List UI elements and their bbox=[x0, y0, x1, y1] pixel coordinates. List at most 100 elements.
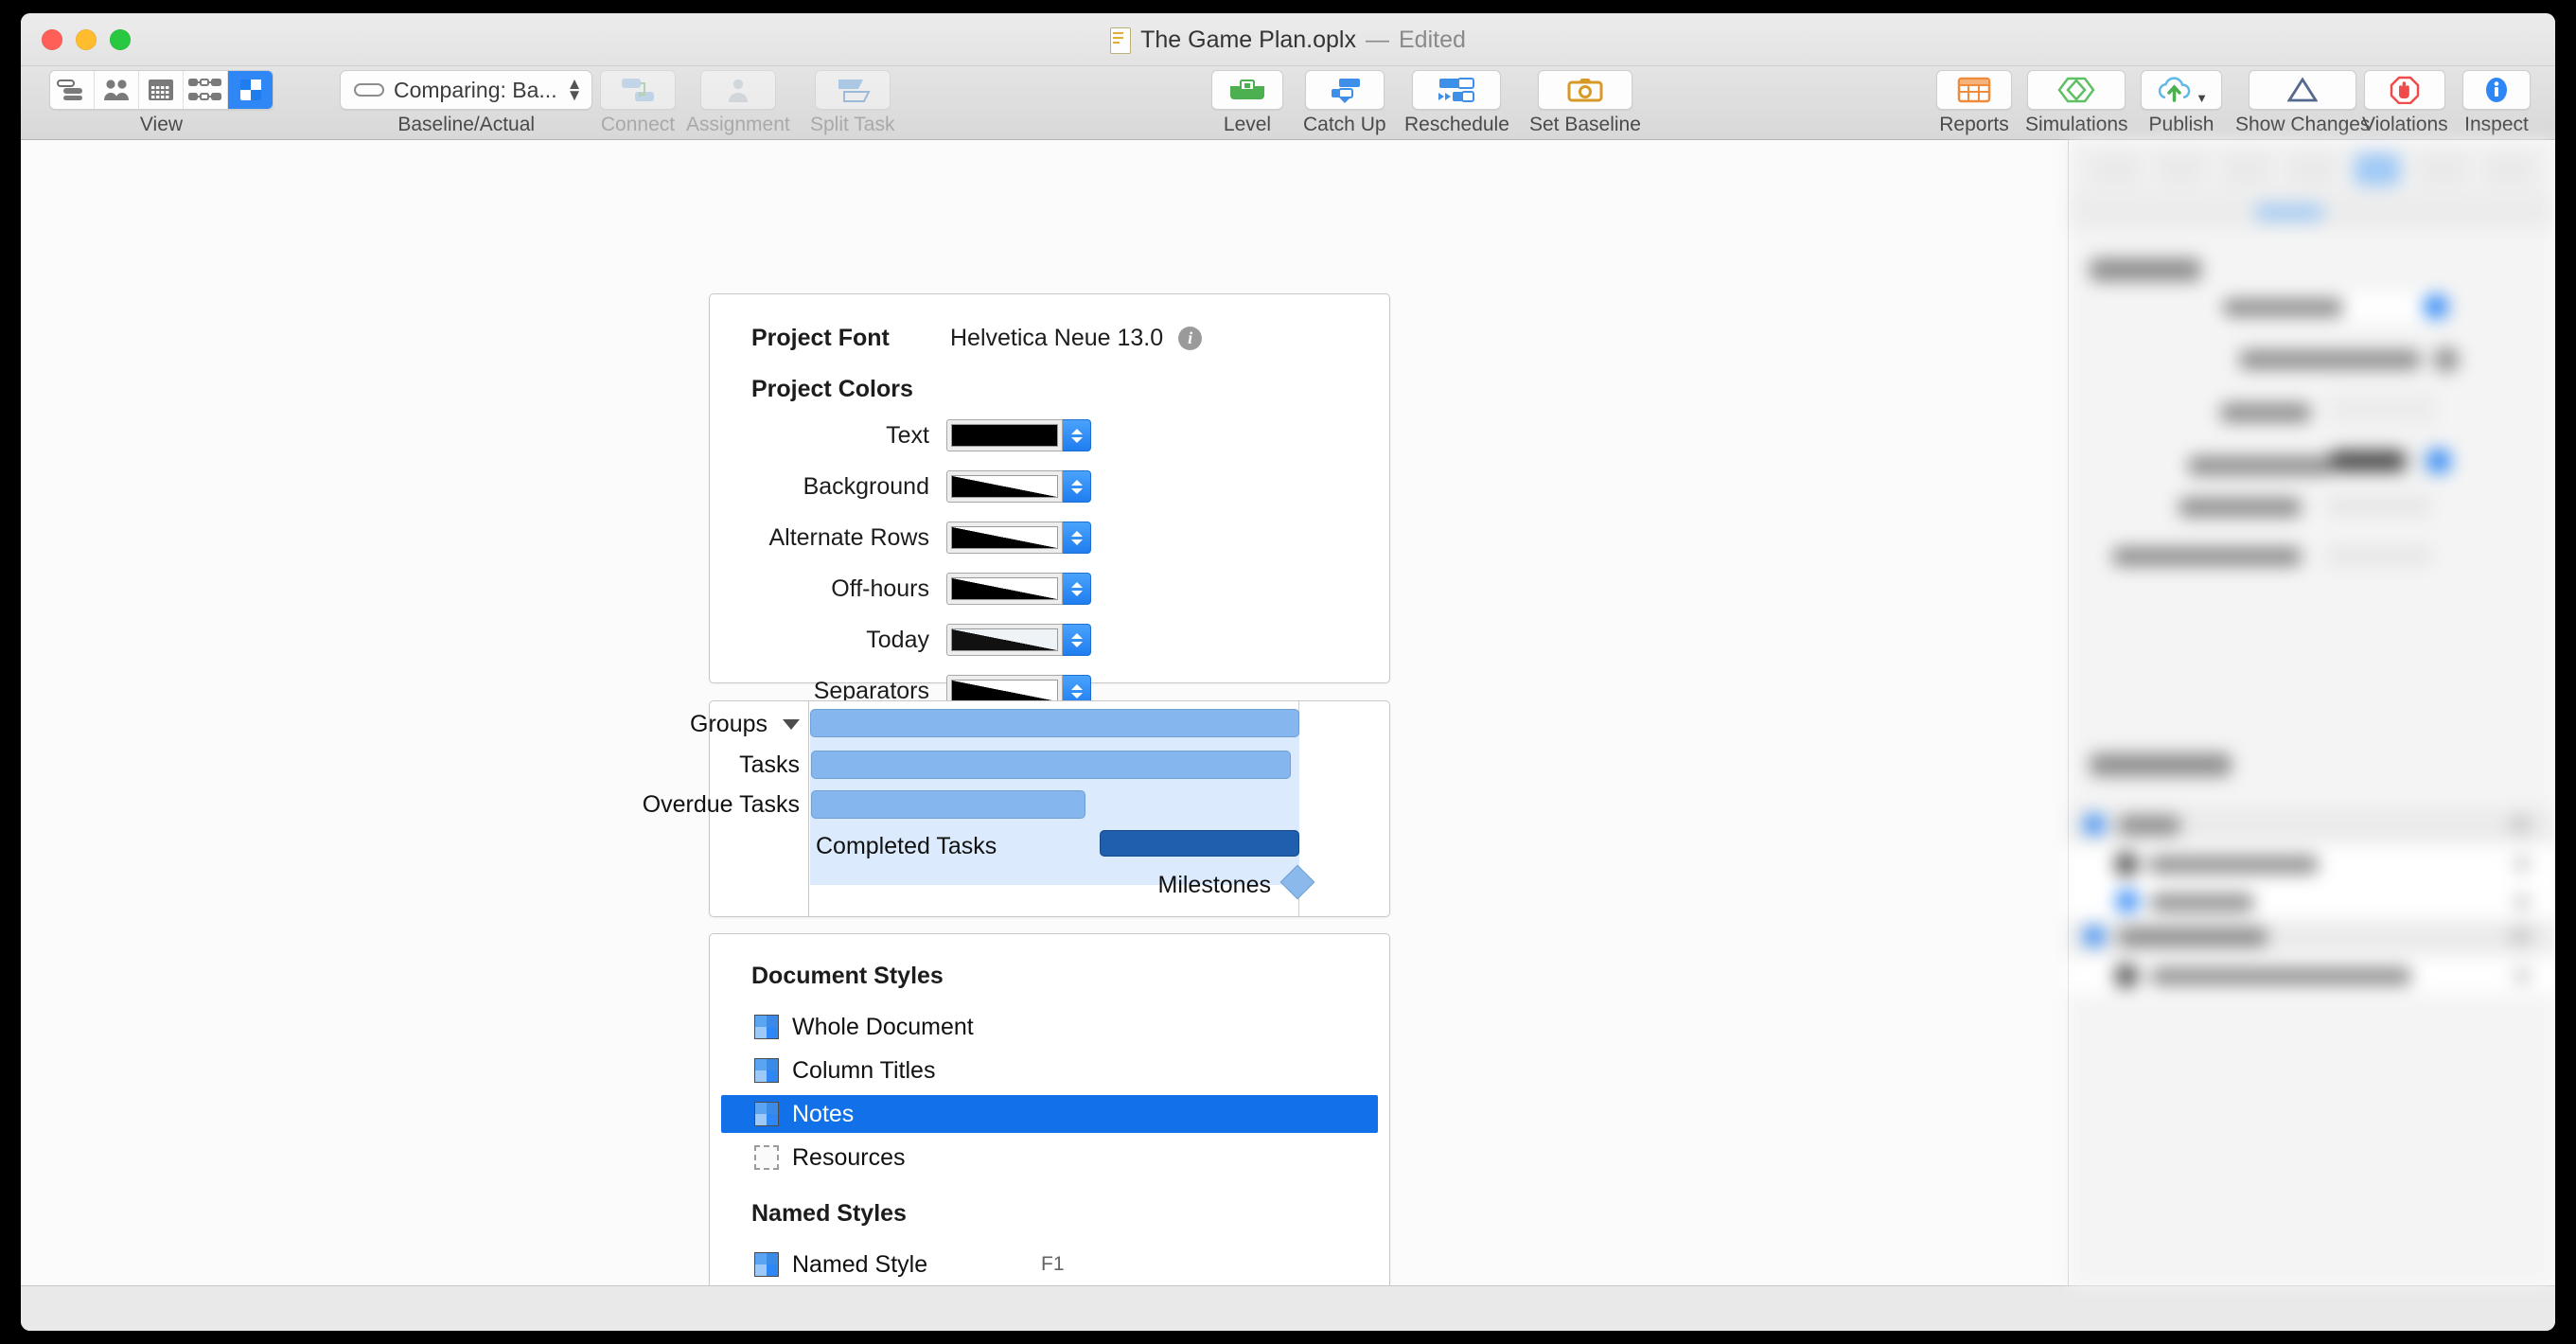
inspector-row-5-field[interactable] bbox=[2326, 496, 2432, 517]
style-item-column-titles[interactable]: Column Titles bbox=[721, 1052, 1378, 1089]
color-well-alternate-rows[interactable] bbox=[946, 522, 1091, 554]
style-item-named-style[interactable]: Named Style F1 bbox=[721, 1246, 1378, 1283]
status-bar bbox=[21, 1285, 2555, 1331]
inspector-tab-bar[interactable] bbox=[2069, 140, 2555, 199]
inspector-tab-2[interactable] bbox=[2158, 152, 2204, 186]
reschedule-button[interactable] bbox=[1412, 70, 1502, 110]
inspector-list-item-2-label bbox=[2150, 893, 2254, 911]
inspector-tab-7[interactable] bbox=[2486, 152, 2532, 186]
toolbar-label-publish: Publish bbox=[2148, 114, 2214, 135]
violations-button[interactable] bbox=[2364, 70, 2446, 110]
calendar-icon[interactable] bbox=[139, 71, 184, 109]
title-separator: — bbox=[1366, 27, 1389, 53]
style-item-notes[interactable]: Notes bbox=[721, 1095, 1378, 1133]
document-icon bbox=[1110, 27, 1132, 54]
disclosure-triangle-icon[interactable] bbox=[783, 719, 800, 730]
inspector-list-item-2[interactable] bbox=[2069, 882, 2555, 920]
empty-style-icon bbox=[754, 1145, 779, 1170]
style-label: Named Style bbox=[792, 1250, 928, 1278]
main-toolbar: View Comparing: Ba... ▲ ▼ Baseline/Actual… bbox=[21, 66, 2555, 140]
reports-button[interactable] bbox=[1936, 70, 2012, 110]
project-colors-heading: Project Colors bbox=[751, 376, 913, 402]
resources-icon[interactable] bbox=[95, 71, 139, 109]
view-segmented-control[interactable] bbox=[49, 70, 273, 110]
toolbar-label-catch-up: Catch Up bbox=[1303, 114, 1386, 135]
color-row-today: Today bbox=[743, 624, 1091, 656]
color-well-off-hours[interactable] bbox=[946, 573, 1091, 605]
style-item-whole-document[interactable]: Whole Document bbox=[721, 1008, 1378, 1046]
inspector-list-item-1-label bbox=[2148, 856, 2319, 874]
assignment-button[interactable] bbox=[699, 70, 776, 110]
toolbar-label-show-changes: Show Changes bbox=[2235, 114, 2371, 135]
toolbar-group-catch-up: Catch Up bbox=[1303, 70, 1386, 136]
toolbar-label-connect: Connect bbox=[600, 114, 676, 135]
catch-up-button[interactable] bbox=[1304, 70, 1385, 110]
inspector-row-4-stepper[interactable] bbox=[2426, 449, 2451, 473]
inspector-row-2-control[interactable] bbox=[2434, 347, 2459, 372]
toolbar-label-view: View bbox=[139, 114, 184, 135]
toolbar-group-level: Level bbox=[1211, 70, 1283, 136]
toolbar-label-reschedule: Reschedule bbox=[1404, 114, 1509, 135]
inspector-row-3-field[interactable] bbox=[2330, 394, 2436, 424]
inspector-tab-1[interactable] bbox=[2091, 152, 2138, 186]
publish-button[interactable]: ▼ bbox=[2141, 70, 2222, 110]
simulations-button[interactable] bbox=[2027, 70, 2126, 110]
toolbar-group-reschedule: Reschedule bbox=[1404, 70, 1509, 136]
color-row-text: Text bbox=[743, 419, 1091, 451]
color-well-background[interactable] bbox=[946, 470, 1091, 503]
inspector-section-header-1[interactable] bbox=[2090, 258, 2201, 281]
inspector-row-6-label bbox=[2112, 547, 2302, 566]
color-stepper-background[interactable] bbox=[1063, 470, 1091, 503]
document-styles-heading: Document Styles bbox=[751, 963, 944, 989]
groups-row-header-groups[interactable]: Groups bbox=[596, 711, 800, 738]
application-window: The Game Plan.oplx — Edited View Compari… bbox=[21, 13, 2555, 1331]
inspector-list-item-2-count bbox=[2514, 894, 2531, 910]
dashboard-icon[interactable] bbox=[228, 71, 273, 109]
network-diagram-icon[interactable] bbox=[184, 71, 228, 109]
toolbar-group-violations: Violations bbox=[2362, 70, 2448, 136]
inspector-section-header-2[interactable] bbox=[2090, 753, 2232, 776]
inspect-button[interactable] bbox=[2462, 70, 2531, 110]
color-label-today: Today bbox=[866, 626, 929, 653]
set-baseline-button[interactable] bbox=[1537, 70, 1632, 110]
color-stepper-today[interactable] bbox=[1063, 624, 1091, 656]
style-label: Whole Document bbox=[792, 1013, 974, 1040]
style-item-resources[interactable]: Resources bbox=[721, 1139, 1378, 1176]
toolbar-label-baseline-actual: Baseline/Actual bbox=[397, 114, 536, 135]
toolbar-group-split-task: Split Task bbox=[810, 70, 895, 136]
color-stepper-alternate-rows[interactable] bbox=[1063, 522, 1091, 554]
toolbar-label-split-task: Split Task bbox=[810, 114, 895, 135]
completed-task-bar bbox=[1100, 830, 1299, 857]
inspector-field-1-stepper[interactable] bbox=[2424, 294, 2448, 319]
toolbar-group-simulations: Simulations bbox=[2025, 70, 2128, 136]
inspector-list-group-1-label bbox=[2118, 816, 2180, 835]
inspector-tab-4[interactable] bbox=[2288, 152, 2335, 186]
info-icon[interactable]: i bbox=[1178, 327, 1203, 350]
level-button[interactable] bbox=[1211, 70, 1283, 110]
styles-canvas: Project Font Helvetica Neue 13.0 i Proje… bbox=[21, 140, 2069, 1285]
document-title: The Game Plan.oplx — Edited bbox=[21, 27, 2555, 54]
groups-row-label-overdue-tasks: Overdue Tasks bbox=[642, 791, 800, 818]
toolbar-group-assignment: Assignment bbox=[686, 70, 790, 136]
chevron-down-icon[interactable]: ▼ bbox=[2196, 91, 2208, 105]
toolbar-label-reports: Reports bbox=[1939, 114, 2009, 135]
task-list-icon[interactable] bbox=[50, 71, 95, 109]
inspector-tab-3[interactable] bbox=[2223, 152, 2269, 186]
inspector-sidebar[interactable] bbox=[2069, 140, 2555, 1285]
inspector-row-6-field[interactable] bbox=[2326, 545, 2432, 566]
inspector-tab-6[interactable] bbox=[2420, 152, 2466, 186]
baseline-actual-popup[interactable]: Comparing: Ba... ▲ ▼ bbox=[340, 70, 593, 110]
color-stepper-off-hours[interactable] bbox=[1063, 573, 1091, 605]
color-stepper-text[interactable] bbox=[1063, 419, 1091, 451]
split-task-button[interactable] bbox=[814, 70, 891, 110]
color-label-alternate-rows: Alternate Rows bbox=[768, 523, 929, 551]
groups-preview-panel: Completed Tasks Milestones Groups Tasks … bbox=[643, 700, 1390, 917]
toolbar-group-reports: Reports bbox=[1936, 70, 2012, 136]
toolbar-group-set-baseline: Set Baseline bbox=[1529, 70, 1641, 136]
color-well-today[interactable] bbox=[946, 624, 1091, 656]
show-changes-button[interactable] bbox=[2249, 70, 2357, 110]
connect-button[interactable] bbox=[600, 70, 676, 110]
inspector-field-1-text bbox=[2222, 298, 2343, 317]
inspector-tab-5[interactable] bbox=[2355, 152, 2401, 186]
color-well-text[interactable] bbox=[946, 419, 1091, 451]
